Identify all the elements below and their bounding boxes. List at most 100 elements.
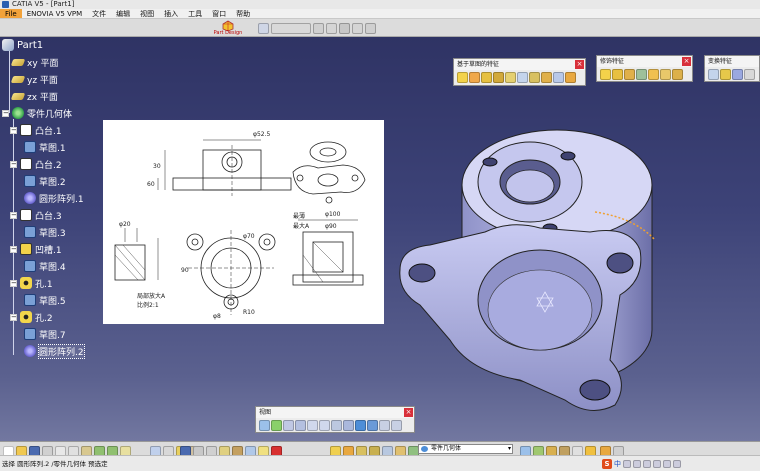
ime-tools-icon bbox=[673, 459, 681, 468]
tree-node-label: 孔.1 bbox=[35, 279, 53, 290]
pan-icon[interactable] bbox=[283, 420, 294, 431]
collapse-icon[interactable]: − bbox=[10, 160, 17, 168]
menu-help[interactable]: 帮助 bbox=[231, 9, 255, 18]
iso-view-icon[interactable] bbox=[355, 420, 366, 431]
stiffener-icon[interactable] bbox=[541, 72, 552, 83]
menu-view[interactable]: 视图 bbox=[135, 9, 159, 18]
remove-face-icon[interactable] bbox=[672, 69, 683, 80]
toolbar-transformation-features: 变换特征 bbox=[704, 55, 760, 82]
tool-icon-5[interactable] bbox=[339, 22, 350, 34]
tree-root[interactable]: Part1 bbox=[2, 39, 43, 51]
menu-file[interactable]: 文件 bbox=[87, 9, 111, 18]
tree-node-yz-plane[interactable]: yz 平面 bbox=[10, 72, 58, 86]
ime-mode-label: 中 bbox=[614, 459, 621, 468]
tree-node-body[interactable]: − 零件几何体 bbox=[2, 106, 72, 120]
collapse-icon[interactable]: − bbox=[10, 126, 17, 134]
workbench-logo-label: Part Design bbox=[213, 30, 243, 36]
toolbar-icons bbox=[705, 67, 759, 82]
fit-all-icon[interactable] bbox=[271, 420, 282, 431]
collapse-icon[interactable]: − bbox=[10, 245, 17, 253]
sogou-ime-logo: S bbox=[602, 458, 612, 469]
window-title-bar: CATIA V5 - [Part1] bbox=[0, 0, 760, 9]
close-icon[interactable]: × bbox=[404, 408, 413, 417]
thread-icon[interactable] bbox=[660, 69, 671, 80]
tree-node-pocket-1[interactable]: − 凹槽.1 bbox=[10, 242, 62, 256]
tool-icon-6[interactable] bbox=[352, 22, 363, 34]
close-icon[interactable]: × bbox=[682, 57, 691, 66]
shading-icon[interactable] bbox=[367, 420, 378, 431]
tree-node-xy-plane[interactable]: xy 平面 bbox=[10, 55, 59, 69]
menu-insert[interactable]: 插入 bbox=[159, 9, 183, 18]
tree-node-pad-3[interactable]: − 凸台.3 bbox=[10, 208, 62, 222]
tree-node-hole-2[interactable]: − 孔.2 bbox=[10, 310, 53, 324]
sketch-icon bbox=[24, 328, 36, 340]
remove-loft-icon[interactable] bbox=[565, 72, 576, 83]
chamfer-icon[interactable] bbox=[612, 69, 623, 80]
menu-enovia[interactable]: ENOVIA V5 VPM bbox=[22, 9, 87, 18]
menu-window[interactable]: 窗口 bbox=[207, 9, 231, 18]
zoom-in-icon[interactable] bbox=[307, 420, 318, 431]
groove-icon[interactable] bbox=[493, 72, 504, 83]
sketch-icon bbox=[24, 294, 36, 306]
collapse-icon[interactable]: − bbox=[2, 109, 9, 117]
shell-icon[interactable] bbox=[636, 69, 647, 80]
mirror-icon[interactable] bbox=[720, 69, 731, 80]
tool-icon-4[interactable] bbox=[326, 22, 337, 34]
fly-mode-icon[interactable] bbox=[259, 420, 270, 431]
tree-node-circular-pattern-2[interactable]: 圆形阵列.2 bbox=[24, 343, 85, 359]
tree-node-circular-pattern-1[interactable]: 圆形阵列.1 bbox=[24, 191, 84, 205]
3d-part-model[interactable] bbox=[390, 120, 680, 420]
tree-node-sketch-1[interactable]: 草图.1 bbox=[24, 140, 66, 154]
rotate-icon[interactable] bbox=[295, 420, 306, 431]
toolbar-title-text: 基于草图的特征 bbox=[457, 61, 500, 68]
slot-icon[interactable] bbox=[529, 72, 540, 83]
tool-icon-2[interactable] bbox=[271, 22, 311, 34]
pad-icon bbox=[20, 158, 32, 170]
thickness-icon[interactable] bbox=[648, 69, 659, 80]
menu-tools[interactable]: 工具 bbox=[183, 9, 207, 18]
tree-node-hole-1[interactable]: − 孔.1 bbox=[10, 276, 53, 290]
shaft-icon[interactable] bbox=[481, 72, 492, 83]
tree-node-zx-plane[interactable]: zx 平面 bbox=[10, 89, 58, 103]
pad-icon[interactable] bbox=[457, 72, 468, 83]
translate-icon[interactable] bbox=[708, 69, 719, 80]
plane-icon bbox=[10, 75, 26, 83]
tree-node-sketch-4[interactable]: 草图.4 bbox=[24, 259, 66, 273]
tool-icon-7[interactable] bbox=[365, 22, 376, 34]
menu-edit[interactable]: 编辑 bbox=[111, 9, 135, 18]
normal-view-icon[interactable] bbox=[331, 420, 342, 431]
tree-node-sketch-3[interactable]: 草图.3 bbox=[24, 225, 66, 239]
collapse-icon[interactable]: − bbox=[10, 313, 17, 321]
workbench-logo[interactable]: Part Design bbox=[212, 20, 244, 36]
fillet-icon[interactable] bbox=[600, 69, 611, 80]
loft-icon[interactable] bbox=[553, 72, 564, 83]
hide-show-icon[interactable] bbox=[379, 420, 390, 431]
collapse-icon[interactable]: − bbox=[10, 279, 17, 287]
current-body-select[interactable]: 零件几何体 ▾ bbox=[418, 444, 513, 454]
tree-node-sketch-7[interactable]: 草图.7 bbox=[24, 327, 66, 341]
body-icon bbox=[421, 446, 428, 452]
zoom-out-icon[interactable] bbox=[319, 420, 330, 431]
tree-node-pad-2[interactable]: − 凸台.2 bbox=[10, 157, 62, 171]
tree-node-sketch-5[interactable]: 草图.5 bbox=[24, 293, 66, 307]
rib-icon[interactable] bbox=[517, 72, 528, 83]
note-line-1: 局部放大A bbox=[137, 292, 166, 300]
tree-node-label: 草图.3 bbox=[39, 228, 66, 239]
menu-file-en[interactable]: File bbox=[0, 9, 22, 18]
close-icon[interactable]: × bbox=[575, 60, 584, 69]
hole-icon[interactable] bbox=[505, 72, 516, 83]
ime-indicator[interactable]: S 中 bbox=[602, 458, 681, 469]
create-multi-view-icon[interactable] bbox=[343, 420, 354, 431]
tool-icon-1[interactable] bbox=[258, 22, 269, 34]
swap-visible-space-icon[interactable] bbox=[391, 420, 402, 431]
tree-node-sketch-2[interactable]: 草图.2 bbox=[24, 174, 66, 188]
tree-node-pad-1[interactable]: − 凸台.1 bbox=[10, 123, 62, 137]
toolbar-title: 修饰特征 × bbox=[597, 56, 692, 67]
draft-icon[interactable] bbox=[624, 69, 635, 80]
toolbar-icons bbox=[597, 67, 692, 82]
collapse-icon[interactable]: − bbox=[10, 211, 17, 219]
scale-icon[interactable] bbox=[744, 69, 755, 80]
pocket-icon[interactable] bbox=[469, 72, 480, 83]
tool-icon-3[interactable] bbox=[313, 22, 324, 34]
pattern-icon[interactable] bbox=[732, 69, 743, 80]
